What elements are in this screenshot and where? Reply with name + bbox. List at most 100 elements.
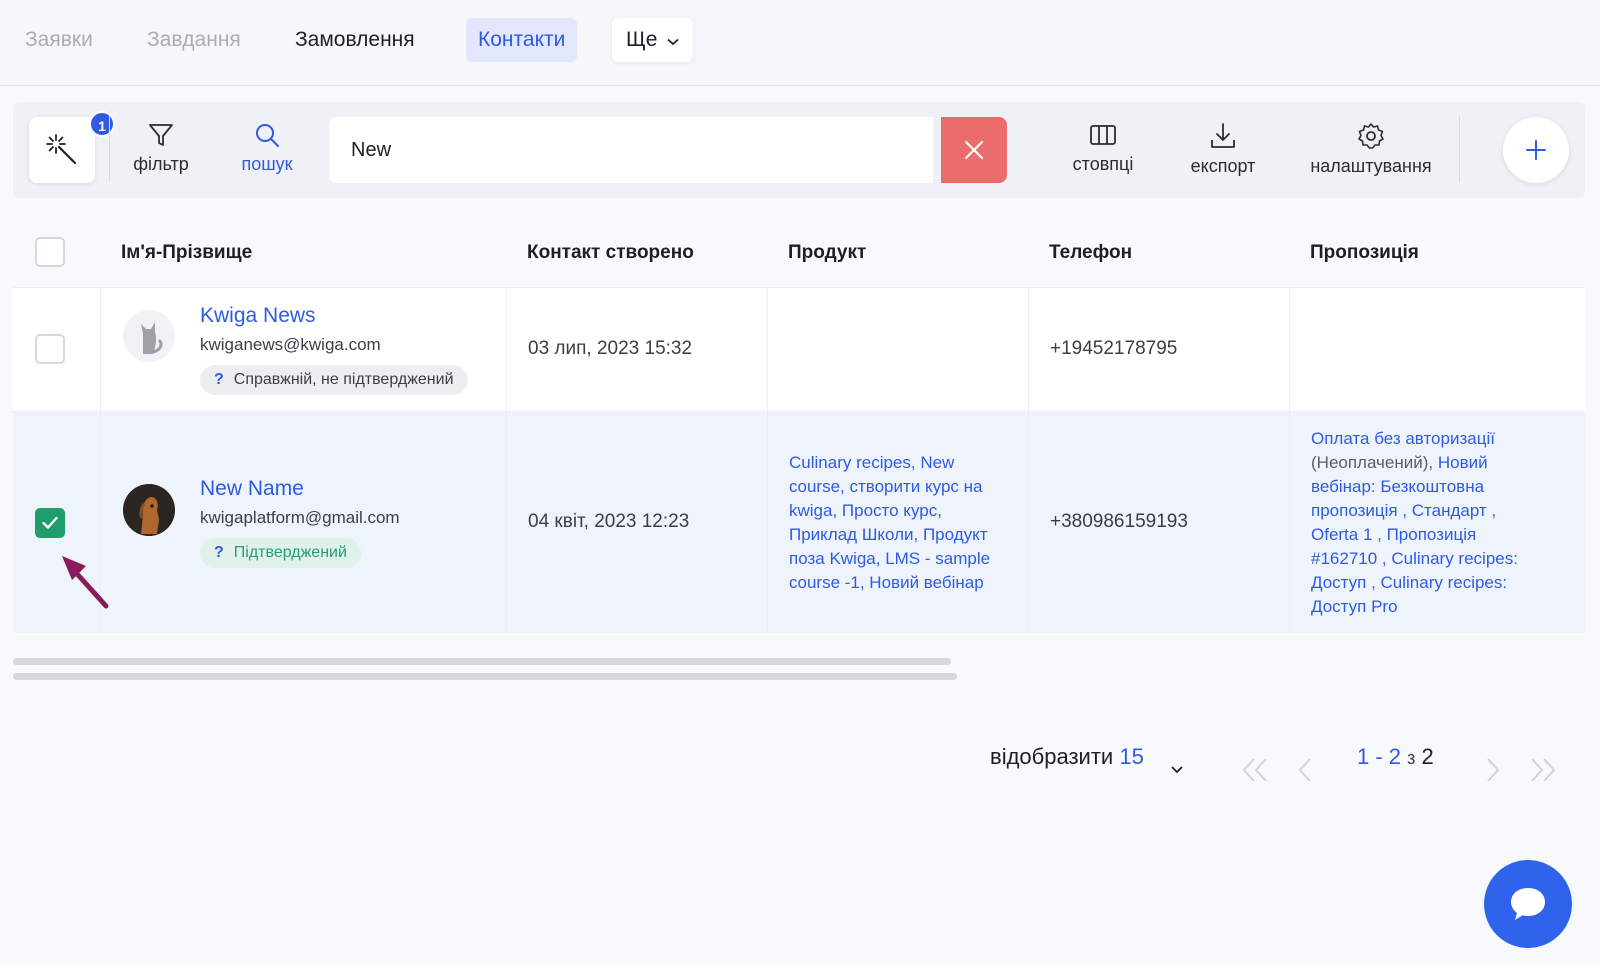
double-chevron-right-icon[interactable] [1528,756,1558,784]
status-badge: ? Справжній, не підтверджений [200,365,468,395]
status-badge: ? Підтверджений [200,538,361,568]
question-icon[interactable]: ? [214,544,224,561]
columns-icon [1090,125,1116,145]
question-icon[interactable]: ? [214,371,224,388]
chevron-down-icon [667,18,679,62]
table-header: Ім'я-Прізвище Контакт створено Продукт Т… [13,215,1585,287]
product-line: Culinary recipes, New [789,453,955,472]
offer-cell: Оплата без авторизації (Неоплачений), Но… [1289,412,1585,633]
tab-contacts[interactable]: Контакти [466,18,578,62]
phone-value: +19452178795 [1050,338,1178,359]
table-row[interactable]: New Name kwigaplatform@gmail.com ? Підтве… [13,411,1585,633]
tab-tasks[interactable]: Завдання [135,18,253,62]
offer-line: Доступ Pro [1311,597,1398,616]
more-dropdown[interactable]: Ще [612,18,694,62]
product-line: поза Kwiga, LMS - sample [789,549,991,568]
offer-line: пропозиція , Стандарт , [1311,501,1497,520]
horizontal-scrollbar[interactable] [13,673,957,680]
offer-line: вебінар: Безкоштовна [1311,477,1485,496]
contact-email: kwiganews@kwiga.com [200,335,381,354]
settings-button[interactable]: налаштування [1303,116,1439,186]
plus-icon [1526,140,1546,160]
phone-cell: +19452178795 [1028,288,1289,411]
created-date: 04 квіт, 2023 12:23 [528,511,690,532]
search-label: пошук [241,154,293,174]
magic-wand-button[interactable]: 1 [29,111,115,183]
search-input[interactable]: New [329,117,933,183]
column-header-offer[interactable]: Пропозиція [1310,215,1419,287]
product-links[interactable]: Culinary recipes, New course, створити к… [789,451,1025,595]
divider [1459,116,1460,182]
add-contact-button[interactable] [1503,117,1569,183]
more-label: Ще [626,28,658,51]
row-checkbox[interactable] [35,508,65,538]
select-all-checkbox[interactable] [35,237,65,267]
clear-search-button[interactable] [941,117,1007,183]
product-line: kwiga, Просто курс, [789,501,942,520]
created-cell: 04 квіт, 2023 12:23 [506,412,767,633]
page-total: 2 [1421,744,1434,769]
export-button[interactable]: експорт [1183,116,1263,186]
contact-name-link[interactable]: Kwiga News [200,304,316,328]
product-cell [767,288,1028,411]
double-chevron-left-icon[interactable] [1240,756,1270,784]
page-of-label: з [1407,748,1416,768]
dog-avatar-icon [123,484,175,536]
name-cell: New Name kwigaplatform@gmail.com ? Підтве… [100,412,506,633]
columns-button[interactable]: стовпці [1065,116,1141,186]
toolbar: 1 фільтр пошук New стовпці експорт налаш… [13,102,1585,198]
offer-line: #162710 , Culinary recipes: [1311,549,1518,568]
product-line: Приклад Школи, Продукт [789,525,988,544]
table-row[interactable]: Kwiga News kwiganews@kwiga.com ? Справжні… [13,287,1585,411]
offer-link[interactable]: Новий [1433,453,1488,472]
offer-status: (Неоплачений), [1311,453,1434,472]
offer-cell [1289,288,1585,411]
column-header-name[interactable]: Ім'я-Прізвище [121,215,252,287]
active-badge: 1 [89,111,115,137]
row-checkbox[interactable] [35,334,65,364]
horizontal-scrollbar[interactable] [13,658,951,665]
cat-avatar-icon [141,322,163,354]
avatar [123,484,175,536]
chevron-down-icon[interactable] [1170,765,1184,775]
phone-value: +380986159193 [1050,511,1188,532]
offer-line: (Неоплачений), Новий [1311,451,1579,475]
chevron-right-icon[interactable] [1484,756,1502,784]
divider [109,116,110,182]
close-icon [964,140,984,160]
check-icon [42,516,58,529]
filter-button[interactable]: фільтр [125,116,197,186]
tab-requests[interactable]: Заявки [13,18,105,62]
product-line: course -1, Новий вебінар [789,573,984,592]
magic-wand-icon [46,134,77,165]
search-button[interactable]: пошук [231,116,303,186]
phone-cell: +380986159193 [1028,412,1289,633]
offer-line: Оплата без авторизації [1311,429,1495,448]
page-range: 1 - 2 з 2 [1357,735,1434,779]
created-date: 03 лип, 2023 15:32 [528,338,693,359]
chevron-left-icon[interactable] [1296,756,1314,784]
tab-orders[interactable]: Замовлення [283,18,427,62]
per-page-label: відобразити [990,744,1114,769]
filter-label: фільтр [133,154,189,174]
per-page-value: 15 [1119,744,1144,769]
download-icon [1211,123,1235,148]
per-page-select[interactable]: відобразити 15 [990,735,1144,779]
chat-widget-button[interactable] [1484,860,1572,948]
avatar [123,310,175,362]
contact-name-link[interactable]: New Name [200,477,304,501]
column-header-created[interactable]: Контакт створено [527,215,694,287]
settings-label: налаштування [1310,156,1432,176]
status-label: Справжній, не підтверджений [233,371,454,388]
column-header-product[interactable]: Продукт [788,215,866,287]
top-navigation: Заявки Завдання Замовлення Контакти Ще [0,0,1600,86]
created-cell: 03 лип, 2023 15:32 [506,288,767,411]
columns-label: стовпці [1072,154,1134,174]
offer-links[interactable]: Оплата без авторизації (Неоплачений), Но… [1311,427,1579,619]
search-icon [256,124,279,147]
contacts-table: Ім'я-Прізвище Контакт створено Продукт Т… [13,215,1585,633]
column-header-phone[interactable]: Телефон [1049,215,1132,287]
product-line: course, створити курс на [789,477,983,496]
product-cell: Culinary recipes, New course, створити к… [767,412,1028,633]
page-range-value: 1 - 2 [1357,744,1402,769]
